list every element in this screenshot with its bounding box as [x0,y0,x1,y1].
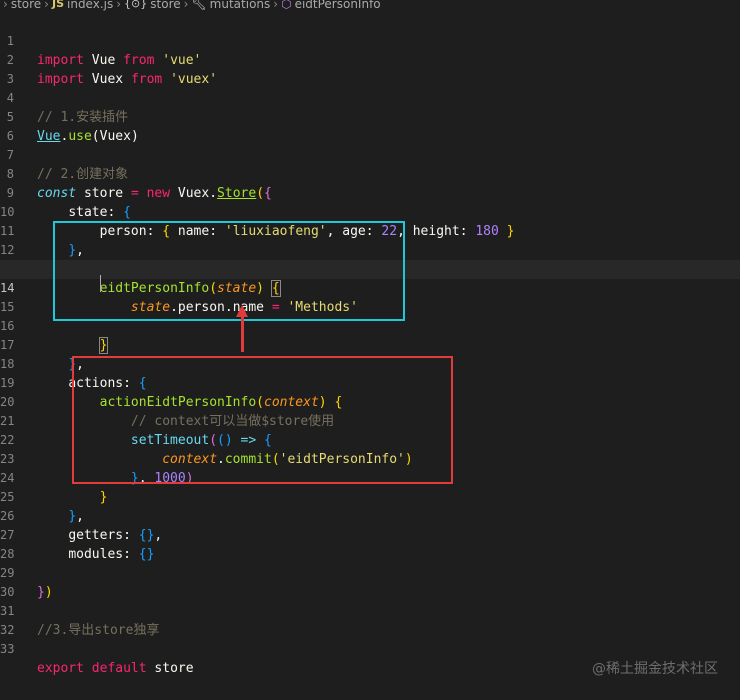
arrow-up-icon [241,314,244,352]
code-line[interactable]: 3 [0,51,740,86]
wrench-icon: 🔧︎ [191,0,207,11]
code-line[interactable]: 1 import Vue from 'vue' [0,13,740,68]
code-line[interactable]: 31 //3.导出store独享 [0,583,740,638]
method-cube-icon: ⬡ [281,0,292,11]
line-number: 33 [0,642,15,656]
breadcrumb-item-file[interactable]: index.js [67,0,113,10]
arrow-head-icon [236,305,248,317]
watermark: @稀土掘金技术社区 [592,661,718,677]
breadcrumb-item-store-object[interactable]: store [150,0,180,10]
chevron-right-icon: › [273,0,279,11]
code-line[interactable]: 9 state: { [0,165,740,220]
code-line[interactable]: 2 import Vuex from 'vuex' [0,32,740,87]
breadcrumb-item-mutations[interactable]: mutations [210,0,271,10]
highlight-box-actions [72,356,453,484]
code-line[interactable]: 33 export default store [0,621,740,676]
js-file-icon: JS [51,0,64,10]
breadcrumb-item-store[interactable]: store [11,0,41,10]
text-cursor [100,275,101,292]
code-line[interactable]: 27 modules: {} [0,507,740,562]
code-line[interactable]: 30 [0,564,740,599]
code-line[interactable]: 28 [0,526,740,561]
code-line[interactable]: 32 [0,602,740,637]
object-symbol-icon: {⊙} [124,0,148,10]
code-line[interactable]: 8 const store = new Vuex.Store({ [0,146,740,201]
breadcrumb-item-method[interactable]: eidtPersonInfo [295,0,381,10]
code-line[interactable]: 5 Vue.use(Vuex) [0,89,740,144]
code-line[interactable]: 11 }, [0,203,740,258]
code-line[interactable]: 6 [0,108,740,143]
chevron-right-icon: › [183,0,189,11]
code-line[interactable]: 4 // 1.安装插件 [0,70,740,125]
breadcrumb: › store › JS index.js › {⊙} store › 🔧︎ mutations › ⬡… [0,0,740,12]
chevron-right-icon: › [3,0,8,11]
chevron-right-icon: › [116,0,122,11]
chevron-right-icon: › [44,0,49,11]
highlight-box-mutations [53,221,405,321]
code-line[interactable]: 26 getters: {}, [0,488,740,543]
code-line[interactable]: 7 // 2.创建对象 [0,127,740,182]
code-line[interactable]: 18 actions: { [0,336,740,391]
code-line[interactable]: 29 }) [0,545,740,600]
code-line[interactable]: 10 person: { name: 'liuxiaofeng', age: 2… [0,184,740,239]
code-editor[interactable]: 1 import Vue from 'vue' 2 import Vuex fr… [0,13,740,676]
